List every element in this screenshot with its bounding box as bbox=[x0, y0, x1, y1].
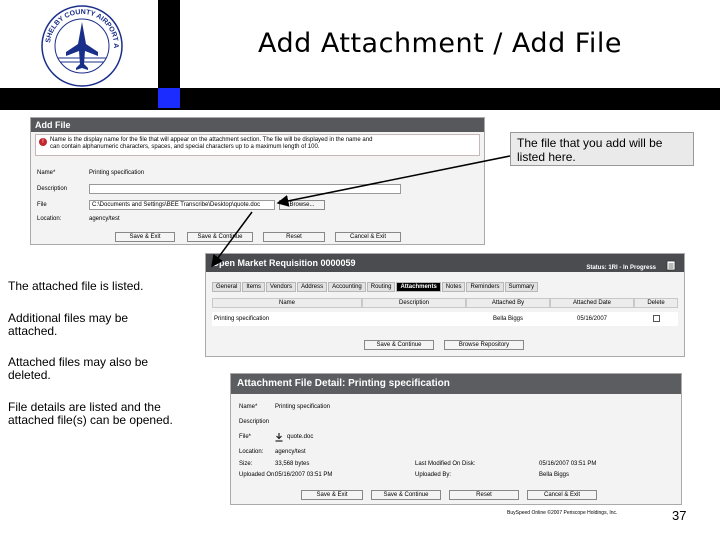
detail-description-row: Description bbox=[239, 417, 679, 428]
cancel-exit-button[interactable]: Cancel & Exit bbox=[335, 232, 401, 242]
column-description: Description bbox=[362, 298, 466, 308]
reset-button[interactable]: Reset bbox=[263, 232, 325, 242]
location-value: agency/test bbox=[89, 216, 120, 222]
attachment-name-link[interactable]: Printing specification bbox=[212, 312, 362, 326]
column-attached-date: Attached Date bbox=[550, 298, 634, 308]
detail-modified-label: Last Modified On Disk: bbox=[415, 461, 476, 467]
detail-size-value: 33,568 bytes bbox=[275, 461, 310, 467]
column-attached-by: Attached By bbox=[466, 298, 550, 308]
tab-accounting[interactable]: Accounting bbox=[328, 282, 366, 292]
document-icon[interactable] bbox=[666, 260, 676, 271]
download-icon[interactable] bbox=[275, 433, 283, 442]
copyright-footer: BuySpeed Online ©2007 Periscope Holdings… bbox=[507, 510, 618, 516]
note-line-1: Name is the display name for the file th… bbox=[50, 137, 373, 143]
detail-location-row: Location: agency/test bbox=[239, 447, 679, 458]
name-label: Name* bbox=[37, 170, 56, 176]
caption-files-deleted: Attached files may also be deleted. bbox=[8, 355, 149, 382]
browse-button[interactable]: Browse... bbox=[279, 200, 325, 210]
tab-routing[interactable]: Routing bbox=[366, 282, 396, 292]
slide-title: Add Attachment / Add File bbox=[258, 28, 622, 59]
tab-notes[interactable]: Notes bbox=[441, 282, 466, 292]
file-label: File bbox=[37, 202, 47, 208]
tab-vendors[interactable]: Vendors bbox=[266, 282, 297, 292]
cancel-exit-button[interactable]: Cancel & Exit bbox=[527, 490, 597, 500]
add-file-panel: Add File ! Name is the display name for … bbox=[30, 117, 485, 245]
delete-cell bbox=[634, 312, 678, 326]
file-path-input[interactable]: C:\Documents and Settings\BEE Transcribe… bbox=[89, 200, 275, 210]
tab-reminders[interactable]: Reminders bbox=[466, 282, 504, 292]
detail-name-label: Name* bbox=[239, 404, 258, 410]
tab-general[interactable]: General bbox=[212, 282, 242, 292]
tab-attachments[interactable]: Attachments bbox=[396, 282, 441, 292]
save-continue-button[interactable]: Save & Continue bbox=[187, 232, 253, 242]
attachment-description bbox=[362, 312, 466, 326]
save-continue-button[interactable]: Save & Continue bbox=[364, 340, 434, 350]
caption-additional-files: Additional files may be attached. bbox=[8, 311, 129, 338]
detail-location-value: agency/test bbox=[275, 449, 306, 455]
location-label: Location: bbox=[37, 216, 62, 222]
add-file-title: Add File bbox=[31, 118, 484, 132]
name-input[interactable]: Printing specification bbox=[89, 168, 144, 179]
detail-location-label: Location: bbox=[239, 449, 264, 455]
airport-authority-logo: SHELBY COUNTY AIRPORT AUTHORITY bbox=[40, 4, 123, 87]
file-row: File C:\Documents and Settings\BEE Trans… bbox=[37, 200, 477, 211]
attachment-attached-by: Bella Biggs bbox=[492, 316, 524, 322]
delete-checkbox[interactable] bbox=[652, 314, 660, 322]
column-delete: Delete bbox=[634, 298, 678, 308]
description-row: Description bbox=[37, 184, 477, 195]
note-line-2: can contain alphanumeric characters, spa… bbox=[50, 144, 320, 150]
description-label: Description bbox=[37, 186, 68, 192]
save-continue-button[interactable]: Save & Continue bbox=[371, 490, 441, 500]
tab-address[interactable]: Address bbox=[297, 282, 328, 292]
attachment-detail-panel: Attachment File Detail: Printing specifi… bbox=[230, 373, 682, 505]
detail-name-row: Name* Printing specification bbox=[239, 402, 679, 413]
caption-file-details: File details are listed and the attached… bbox=[8, 400, 173, 427]
page-number: 37 bbox=[672, 508, 687, 523]
accent-square bbox=[158, 88, 180, 108]
detail-uploaded-by-value: Bella Biggs bbox=[539, 472, 570, 478]
name-row: Name* Printing specification bbox=[37, 168, 477, 179]
detail-name-value[interactable]: Printing specification bbox=[275, 402, 330, 413]
detail-upload-row: Uploaded On: 05/16/2007 03:51 PM Uploade… bbox=[239, 470, 679, 481]
requisition-panel: Open Market Requisition 0000059 Status: … bbox=[205, 253, 685, 357]
detail-file-link[interactable]: quote.doc bbox=[287, 432, 313, 443]
save-exit-button[interactable]: Save & Exit bbox=[301, 490, 363, 500]
reset-button[interactable]: Reset bbox=[449, 490, 519, 500]
attachment-attached-date: 05/16/2007 bbox=[576, 316, 608, 322]
browse-repository-button[interactable]: Browse Repository bbox=[444, 340, 524, 350]
callout-file-listed: The file that you add will be listed her… bbox=[510, 132, 694, 166]
detail-size-row: Size: 33,568 bytes Last Modified On Disk… bbox=[239, 459, 679, 470]
detail-uploaded-by-label: Uploaded By: bbox=[415, 472, 452, 478]
detail-uploaded-on-label: Uploaded On: bbox=[239, 472, 277, 478]
tab-summary[interactable]: Summary bbox=[504, 282, 539, 292]
table-row: Printing specification Bella Biggs 05/16… bbox=[212, 312, 678, 326]
tab-items[interactable]: Items bbox=[242, 282, 266, 292]
detail-file-label: File* bbox=[239, 434, 252, 440]
detail-description-label: Description bbox=[239, 419, 270, 425]
detail-modified-value: 05/16/2007 03:51 PM bbox=[539, 461, 597, 467]
description-input[interactable] bbox=[89, 184, 401, 194]
detail-size-label: Size: bbox=[239, 461, 253, 467]
caption-file-listed: The attached file is listed. bbox=[8, 279, 144, 293]
info-note: ! Name is the display name for the file … bbox=[35, 134, 480, 156]
detail-file-row: File* quote.doc bbox=[239, 432, 679, 443]
info-icon: ! bbox=[39, 138, 47, 146]
save-exit-button[interactable]: Save & Exit bbox=[115, 232, 175, 242]
requisition-tabs: General Items Vendors Address Accounting… bbox=[212, 282, 539, 292]
frame-horizontal-bar bbox=[0, 88, 720, 110]
attachments-table-header: Name Description Attached By Attached Da… bbox=[212, 298, 678, 308]
location-row: Location: agency/test bbox=[37, 214, 477, 225]
column-name: Name bbox=[212, 298, 362, 308]
requisition-status: Status: 1RI - In Progress bbox=[586, 265, 656, 271]
detail-title: Attachment File Detail: Printing specifi… bbox=[231, 374, 681, 394]
detail-uploaded-on-value: 05/16/2007 03:51 PM bbox=[275, 472, 333, 478]
